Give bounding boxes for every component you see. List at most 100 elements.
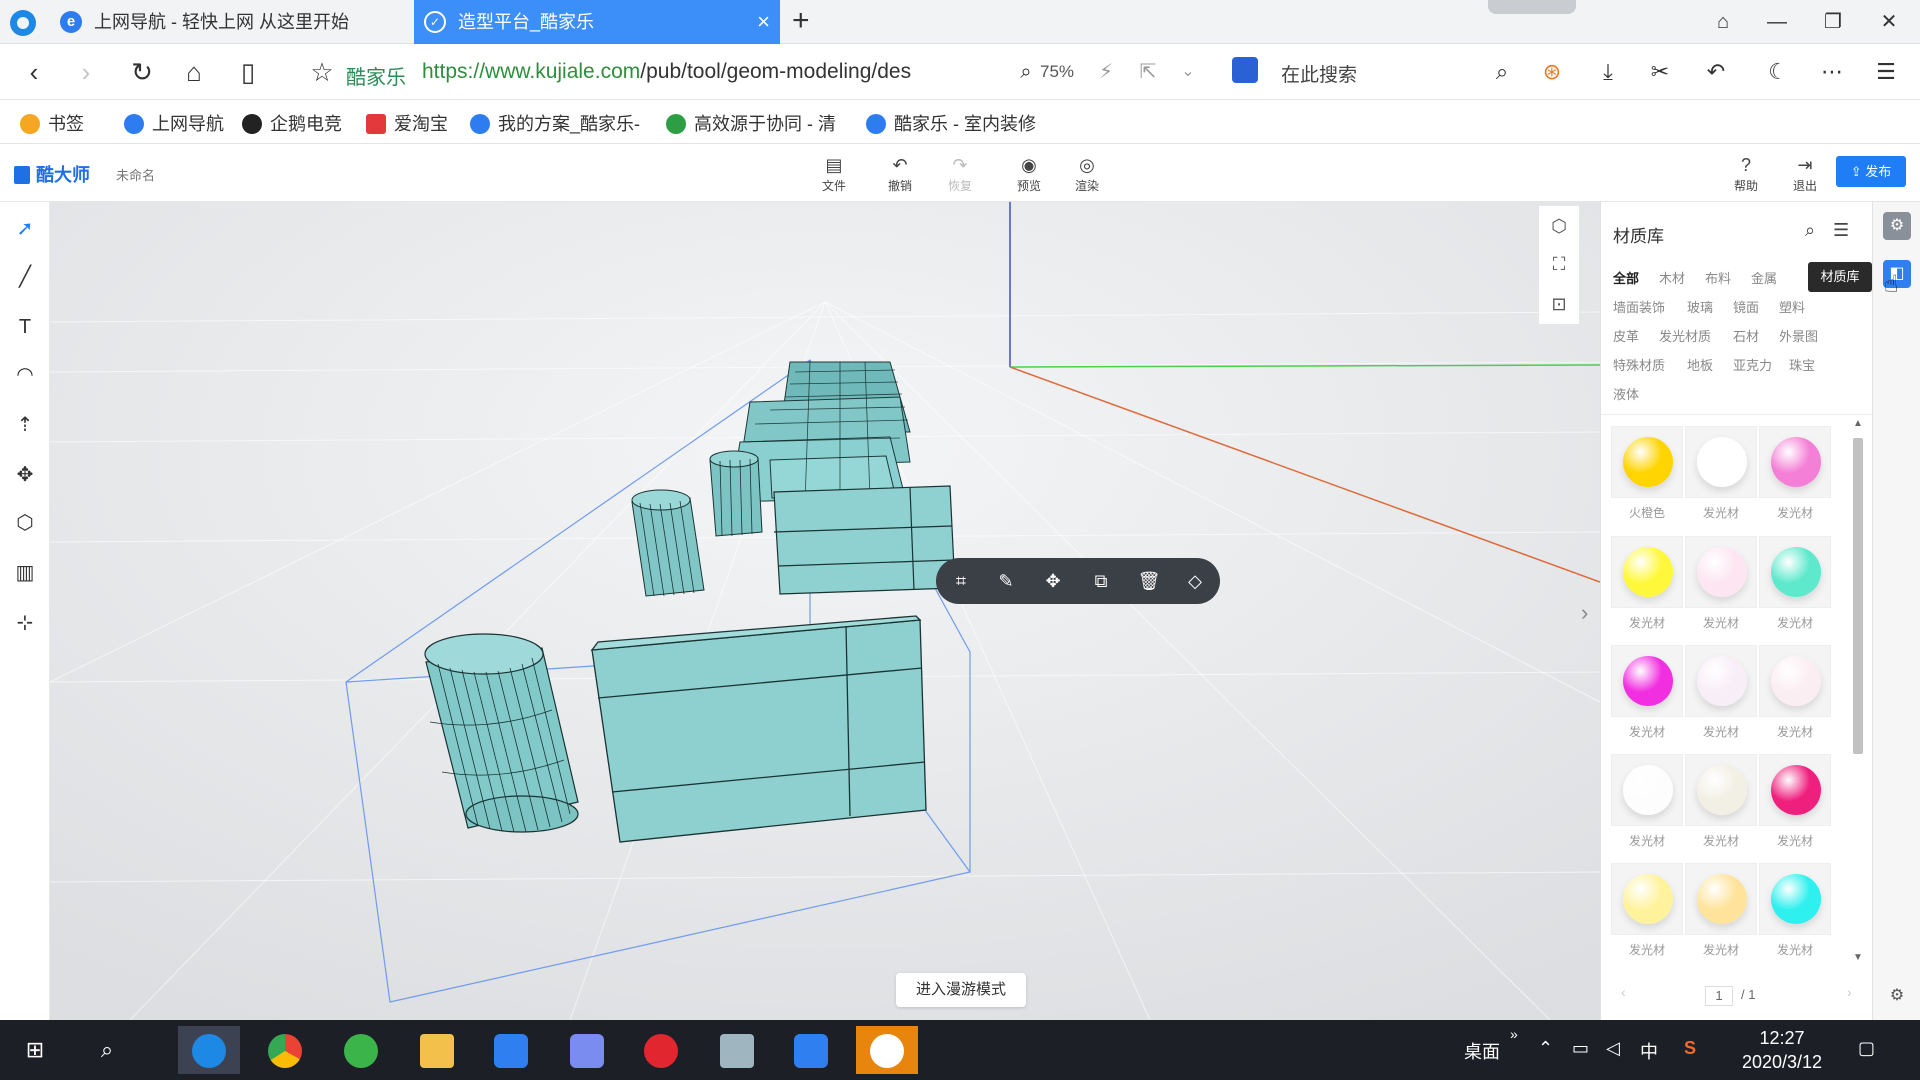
material-swatch[interactable] xyxy=(1685,645,1757,717)
3d-viewport[interactable]: ⬡ ⛶ ⊡ › ⌗ ✎ ✥ ⧉ 🗑 ◇ 进入漫游模式 xyxy=(50,202,1600,1020)
material-swatch[interactable] xyxy=(1611,645,1683,717)
undo-button[interactable]: ↶ 撤销 xyxy=(872,153,928,194)
measure-tool-icon[interactable]: ⊹ xyxy=(8,606,42,640)
zoom-window-icon[interactable]: ⊡ xyxy=(1539,284,1579,324)
chevron-down-icon[interactable]: ⌄ xyxy=(1166,50,1210,94)
material-swatch[interactable] xyxy=(1685,426,1757,498)
file-button[interactable]: ▤ 文件 xyxy=(806,153,862,194)
game-icon[interactable]: ⊛ xyxy=(1530,50,1574,94)
taskbar-app-music[interactable] xyxy=(630,1026,692,1074)
category-jewelry[interactable]: 珠宝 xyxy=(1789,355,1815,374)
volume-icon[interactable]: ◁ xyxy=(1606,1038,1620,1059)
move-tool-icon[interactable]: ✥ xyxy=(8,458,42,492)
material-swatch[interactable] xyxy=(1685,754,1757,826)
material-swatch[interactable] xyxy=(1611,754,1683,826)
undo-close-icon[interactable]: ↶ xyxy=(1694,50,1738,94)
settings-icon[interactable]: ⚙ xyxy=(1883,982,1911,1010)
crop-icon[interactable]: ⌗ xyxy=(946,566,976,596)
taskbar-app-photos[interactable] xyxy=(556,1026,618,1074)
list-view-icon[interactable]: ☰ xyxy=(1833,220,1849,241)
view-cube-icon[interactable]: ⬡ xyxy=(1539,206,1579,246)
reader-icon[interactable]: ▯ xyxy=(226,50,270,94)
bookmark-item[interactable]: 高效源于协同 - 清 xyxy=(666,110,844,136)
copy-icon[interactable]: ⧉ xyxy=(1086,566,1116,596)
material-swatch[interactable] xyxy=(1611,426,1683,498)
shirt-icon[interactable]: ⌂ xyxy=(1698,0,1748,44)
zoom-level[interactable]: 75% xyxy=(1040,62,1074,82)
tray-desktop[interactable]: 桌面 xyxy=(1464,1038,1500,1064)
fit-view-icon[interactable]: ⛶ xyxy=(1539,244,1579,284)
bookmark-item[interactable]: 书签 xyxy=(20,110,100,136)
system-clock[interactable]: 12:27 2020/3/12 xyxy=(1736,1026,1828,1074)
back-icon[interactable]: ‹ xyxy=(12,50,56,94)
category-wall[interactable]: 墙面装饰 xyxy=(1613,297,1665,316)
taskbar-app-chrome[interactable] xyxy=(254,1026,316,1074)
notification-icon[interactable]: ▢ xyxy=(1858,1038,1875,1059)
category-leather[interactable]: 皮革 xyxy=(1613,326,1639,345)
share-icon[interactable]: ⇱ xyxy=(1126,50,1170,94)
browser-logo-icon[interactable] xyxy=(10,10,36,36)
brand-logo[interactable]: 酷大师 xyxy=(14,161,90,187)
bookmark-item[interactable]: 爱淘宝 xyxy=(366,110,462,136)
scroll-down-icon[interactable]: ▼ xyxy=(1851,952,1865,963)
preview-button[interactable]: ◉ 预览 xyxy=(1001,153,1057,194)
exit-button[interactable]: ⇥ 退出 xyxy=(1777,153,1833,194)
sogou-icon[interactable]: S xyxy=(1684,1038,1696,1059)
chevron-up-icon[interactable]: ⌃ xyxy=(1538,1038,1553,1059)
tab-shanghai-nav[interactable]: e 上网导航 - 轻快上网 从这里开始 xyxy=(50,0,412,44)
category-stone[interactable]: 石材 xyxy=(1733,326,1759,345)
arc-tool-icon[interactable]: ◠ xyxy=(8,358,42,392)
scroll-up-icon[interactable]: ▲ xyxy=(1851,418,1865,429)
scissors-icon[interactable]: ✂ xyxy=(1638,50,1682,94)
page-current[interactable]: 1 xyxy=(1705,986,1733,1006)
category-liquid[interactable]: 液体 xyxy=(1613,384,1639,403)
next-page-icon[interactable]: › xyxy=(1847,984,1852,1000)
taskbar-app-tool[interactable] xyxy=(706,1026,768,1074)
document-name[interactable]: 未命名 xyxy=(116,165,155,184)
category-floor[interactable]: 地板 xyxy=(1687,355,1713,374)
refresh-icon[interactable]: ↻ xyxy=(120,50,164,94)
url-field[interactable]: https://www.kujiale.com/pub/tool/geom-mo… xyxy=(422,60,982,84)
star-icon[interactable]: ☆ xyxy=(300,50,344,94)
help-button[interactable]: ? 帮助 xyxy=(1718,153,1774,194)
taskbar-app-browser[interactable] xyxy=(178,1026,240,1074)
material-swatch[interactable] xyxy=(1759,863,1831,935)
home-icon[interactable]: ⌂ xyxy=(172,50,216,94)
category-metal[interactable]: 金属 xyxy=(1751,268,1777,287)
tray-expand-icon[interactable]: » xyxy=(1510,1026,1518,1042)
publish-button[interactable]: ⇪ 发布 xyxy=(1836,156,1906,187)
material-swatch[interactable] xyxy=(1611,863,1683,935)
category-mirror[interactable]: 镜面 xyxy=(1733,297,1759,316)
text-tool-icon[interactable]: T xyxy=(8,310,42,344)
push-pull-tool-icon[interactable]: ⇡ xyxy=(8,408,42,442)
search-input[interactable]: 在此搜索 xyxy=(1281,60,1357,87)
category-acrylic[interactable]: 亚克力 xyxy=(1733,355,1772,374)
category-glass[interactable]: 玻璃 xyxy=(1687,297,1713,316)
roam-mode-button[interactable]: 进入漫游模式 xyxy=(896,973,1026,1007)
material-swatch[interactable] xyxy=(1759,536,1831,608)
lightning-icon[interactable]: ⚡ xyxy=(1084,50,1128,94)
eraser-icon[interactable]: ◇ xyxy=(1180,566,1210,596)
select-tool-icon[interactable]: ➚ xyxy=(8,212,42,246)
material-swatch[interactable] xyxy=(1759,645,1831,717)
taskbar-app-security[interactable] xyxy=(780,1026,842,1074)
delete-icon[interactable]: 🗑 xyxy=(1134,566,1164,596)
properties-icon[interactable]: ⚙ xyxy=(1883,212,1911,240)
search-icon[interactable]: ⌕ xyxy=(1805,220,1815,241)
taskbar-app-explorer[interactable] xyxy=(406,1026,468,1074)
search-icon[interactable]: ⌕ xyxy=(1480,50,1524,94)
edit-icon[interactable]: ✎ xyxy=(991,566,1021,596)
taskbar-app-ie[interactable] xyxy=(330,1026,392,1074)
category-fabric[interactable]: 布料 xyxy=(1705,268,1731,287)
render-button[interactable]: ◎ 渲染 xyxy=(1059,153,1115,194)
night-mode-icon[interactable]: ☾ xyxy=(1756,50,1800,94)
ime-indicator[interactable]: 中 xyxy=(1640,1038,1658,1064)
search-icon[interactable]: ⌕ xyxy=(76,1026,138,1074)
material-swatch[interactable] xyxy=(1759,754,1831,826)
move-icon[interactable]: ✥ xyxy=(1038,566,1068,596)
new-tab-icon[interactable]: + xyxy=(792,4,810,38)
tab-geom-modeling[interactable]: ✓ 造型平台_酷家乐 × xyxy=(414,0,780,44)
material-swatch[interactable] xyxy=(1685,536,1757,608)
tab-close-icon[interactable]: × xyxy=(757,0,770,44)
download-icon[interactable]: ⤓ xyxy=(1586,50,1630,94)
